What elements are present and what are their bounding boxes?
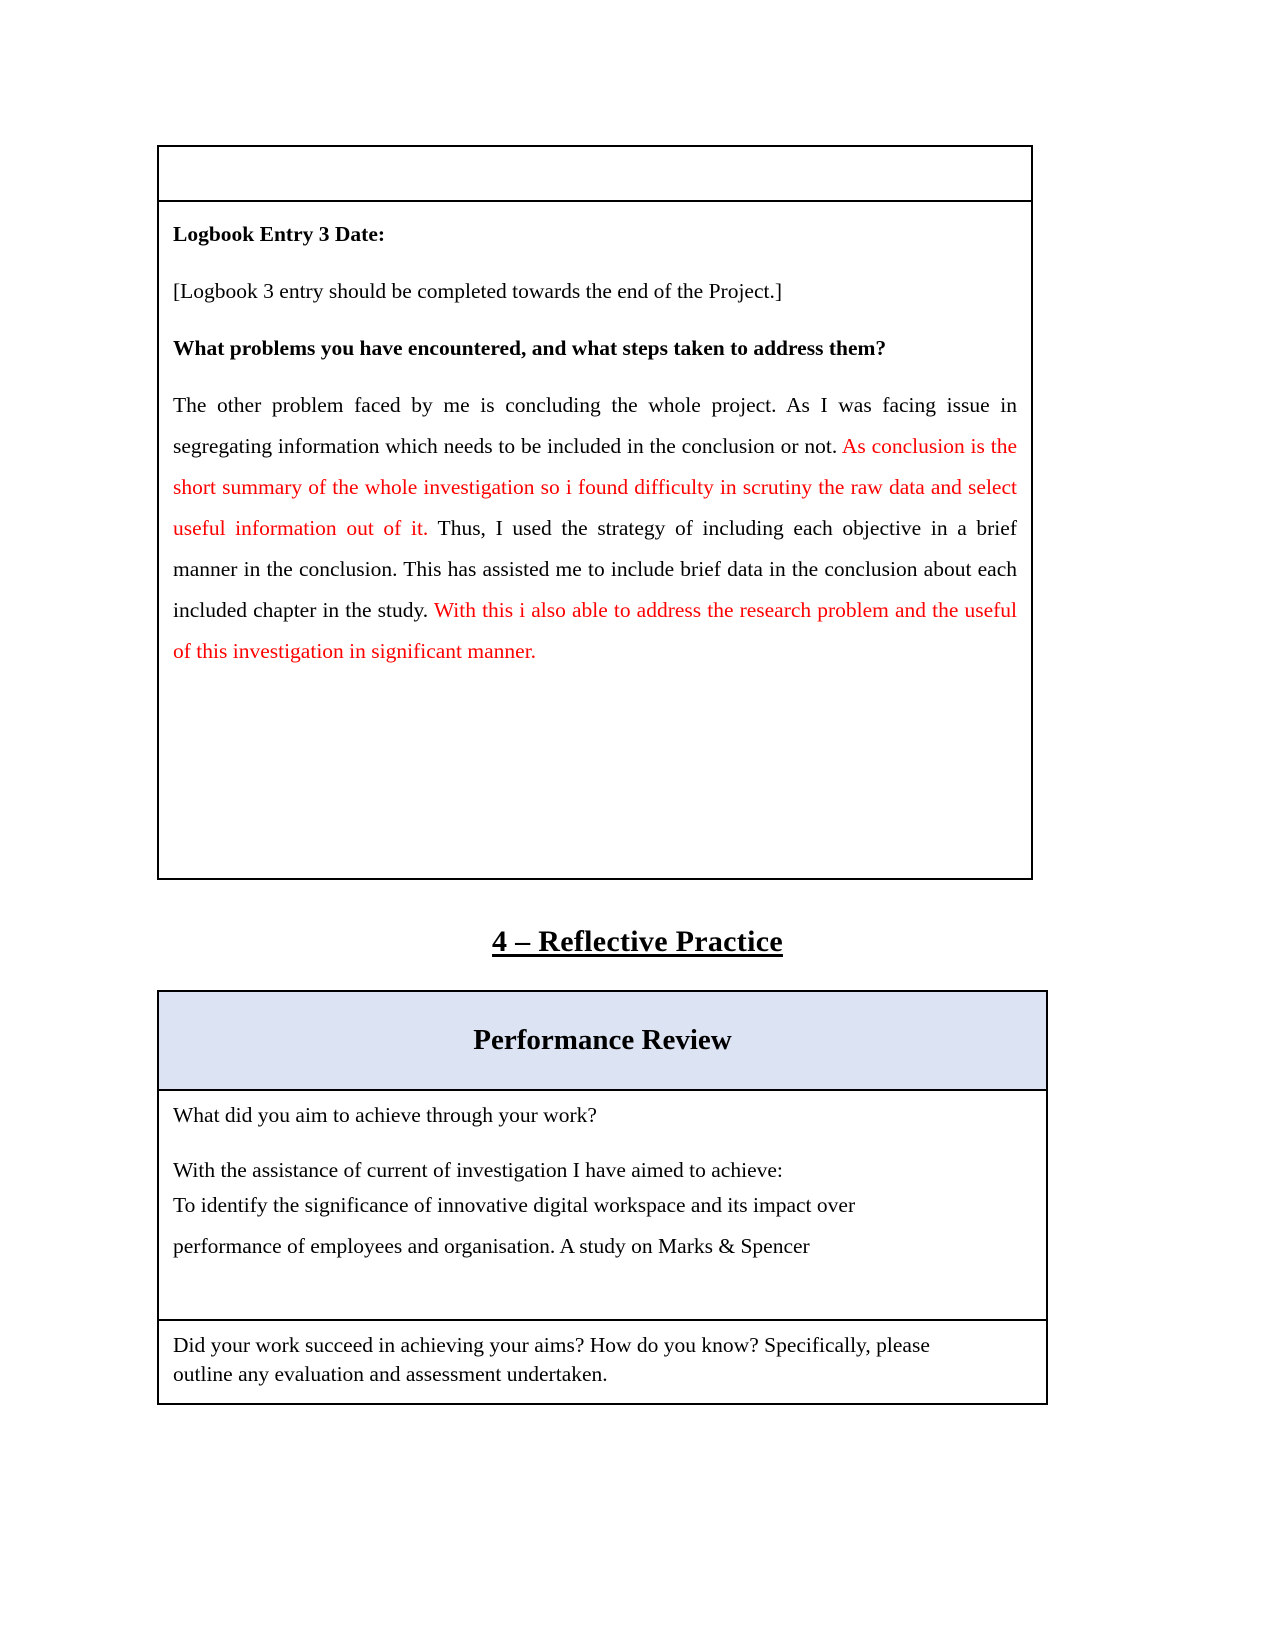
logbook-entry-title: Logbook Entry 3 Date: (173, 222, 386, 246)
performance-review-evaluation-cell: Did your work succeed in achieving your … (159, 1321, 1046, 1403)
logbook-entry-instruction: [Logbook 3 entry should be completed tow… (173, 279, 783, 303)
logbook-entry-answer-paragraph: The other problem faced by me is conclud… (173, 385, 1017, 672)
evaluation-question-line-1: Did your work succeed in achieving your … (173, 1333, 930, 1357)
logbook-entry-question: What problems you have encountered, and … (173, 336, 887, 360)
performance-review-aims-cell: What did you aim to achieve through your… (159, 1091, 1046, 1321)
logbook-table-empty-header-row (159, 147, 1031, 202)
document-page: Logbook Entry 3 Date: [Logbook 3 entry s… (0, 0, 1275, 1650)
logbook-entry-content-cell: Logbook Entry 3 Date: [Logbook 3 entry s… (159, 202, 1031, 878)
logbook-entry-table: Logbook Entry 3 Date: [Logbook 3 entry s… (157, 145, 1033, 880)
evaluation-question-line-2: outline any evaluation and assessment un… (173, 1362, 608, 1386)
performance-review-title: Performance Review (473, 1024, 732, 1056)
performance-review-table: Performance Review What did you aim to a… (157, 990, 1048, 1405)
aims-intro: With the assistance of current of invest… (173, 1158, 783, 1182)
aims-spacer (173, 1130, 1032, 1156)
section-heading-text: 4 – Reflective Practice (492, 925, 783, 958)
section-heading: 4 – Reflective Practice (0, 925, 1275, 959)
performance-review-header-cell: Performance Review (159, 992, 1046, 1091)
aims-body-line-2: performance of employees and organisatio… (173, 1234, 810, 1258)
aims-question: What did you aim to achieve through your… (173, 1103, 597, 1127)
aims-body-line-1: To identify the significance of innovati… (173, 1193, 856, 1217)
